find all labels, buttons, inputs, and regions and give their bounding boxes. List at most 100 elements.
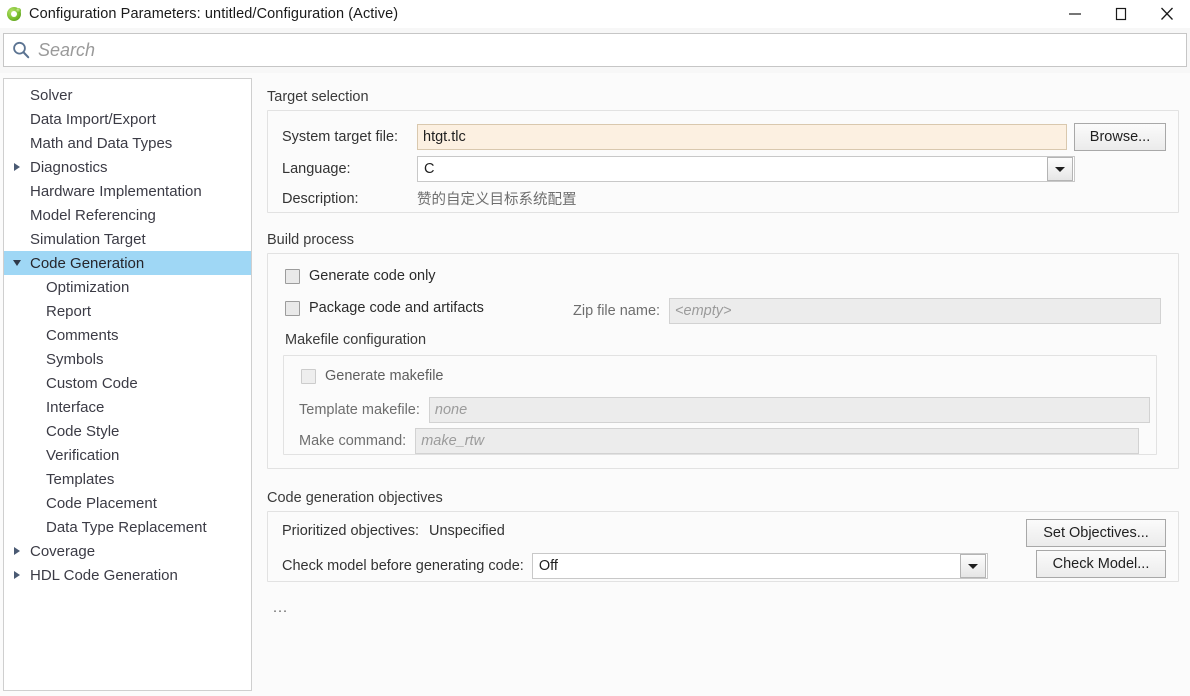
sidebar-item-label: Data Import/Export bbox=[30, 110, 156, 128]
zip-file-name-input bbox=[669, 298, 1162, 324]
code-generation-objectives-section: Code generation objectives Prioritized o… bbox=[267, 489, 1179, 616]
template-makefile-label: Template makefile: bbox=[299, 402, 420, 418]
description-row: Description: 赞的自定义目标系统配置 bbox=[282, 188, 577, 209]
chevron-down-icon[interactable] bbox=[1047, 157, 1073, 181]
sidebar-item-model-referencing[interactable]: Model Referencing bbox=[4, 203, 251, 227]
settings-tree-panel[interactable]: Solver Data Import/Export Math and Data Ty… bbox=[3, 78, 252, 691]
sidebar-item-simulation-target[interactable]: Simulation Target bbox=[4, 227, 251, 251]
search-input[interactable] bbox=[38, 35, 1186, 65]
generate-code-only-label: Generate code only bbox=[309, 268, 436, 284]
sidebar-item-label: Report bbox=[46, 302, 92, 320]
close-button[interactable] bbox=[1144, 0, 1190, 28]
description-label: Description: bbox=[282, 190, 359, 207]
system-target-file-input[interactable] bbox=[417, 124, 1067, 150]
package-code-checkbox[interactable] bbox=[285, 300, 300, 316]
generate-code-only-checkbox[interactable] bbox=[285, 268, 300, 284]
sidebar-item-diagnostics[interactable]: Diagnostics bbox=[4, 155, 251, 179]
template-makefile-input bbox=[428, 397, 1150, 423]
package-code-checkbox-row[interactable]: Package code and artifacts bbox=[285, 300, 484, 316]
build-process-section: Build process Generate code only Package… bbox=[267, 231, 1179, 469]
package-code-label: Package code and artifacts bbox=[309, 300, 484, 316]
chevron-down-icon[interactable] bbox=[4, 251, 30, 275]
simulink-config-icon bbox=[6, 6, 22, 22]
sidebar-item-code-generation[interactable]: Code Generation bbox=[4, 251, 251, 275]
sidebar-item-hdl-code-generation[interactable]: HDL Code Generation bbox=[4, 563, 251, 587]
generate-makefile-checkbox-row[interactable]: Generate makefile bbox=[301, 368, 443, 384]
check-model-value: Off bbox=[538, 558, 558, 574]
window-title: Configuration Parameters: untitled/Confi… bbox=[29, 6, 399, 22]
system-target-file-label: System target file: bbox=[282, 129, 399, 145]
sidebar-item-code-style[interactable]: Code Style bbox=[4, 419, 251, 443]
template-makefile-row: Template makefile: bbox=[299, 397, 1150, 423]
sidebar-item-data-type-replacement[interactable]: Data Type Replacement bbox=[4, 515, 251, 539]
search-icon bbox=[4, 34, 38, 66]
code-generation-objectives-title: Code generation objectives bbox=[267, 490, 443, 506]
chevron-right-icon[interactable] bbox=[4, 155, 30, 179]
browse-button[interactable]: Browse... bbox=[1074, 123, 1166, 151]
sidebar-item-label: Math and Data Types bbox=[30, 134, 173, 152]
sidebar-item-symbols[interactable]: Symbols bbox=[4, 347, 251, 371]
check-model-row: Check model before generating code: Off bbox=[282, 553, 988, 579]
minimize-button[interactable] bbox=[1052, 0, 1098, 28]
language-label: Language: bbox=[282, 161, 351, 177]
target-selection-title: Target selection bbox=[267, 89, 369, 105]
make-command-input bbox=[415, 428, 1140, 454]
sidebar-item-label: Diagnostics bbox=[30, 158, 108, 176]
sidebar-item-label: Templates bbox=[46, 470, 115, 488]
zip-file-name-row: Zip file name: bbox=[573, 298, 1162, 324]
chevron-right-icon[interactable] bbox=[4, 563, 30, 587]
settings-tree: Solver Data Import/Export Math and Data Ty… bbox=[4, 79, 251, 587]
sidebar-item-data-import-export[interactable]: Data Import/Export bbox=[4, 107, 251, 131]
language-value: C bbox=[424, 161, 435, 177]
sidebar-item-interface[interactable]: Interface bbox=[4, 395, 251, 419]
chevron-right-icon[interactable] bbox=[4, 539, 30, 563]
sidebar-item-custom-code[interactable]: Custom Code bbox=[4, 371, 251, 395]
generate-code-only-checkbox-row[interactable]: Generate code only bbox=[285, 268, 436, 284]
check-model-button[interactable]: Check Model... bbox=[1036, 550, 1166, 578]
language-select[interactable]: C bbox=[417, 156, 1075, 182]
sidebar-item-label: Code Placement bbox=[46, 494, 157, 512]
sidebar-item-report[interactable]: Report bbox=[4, 299, 251, 323]
make-command-label: Make command: bbox=[299, 433, 407, 449]
code-generation-objectives-group: Prioritized objectives: Unspecified Set … bbox=[267, 511, 1179, 582]
sidebar-item-math-and-data-types[interactable]: Math and Data Types bbox=[4, 131, 251, 155]
sidebar-item-templates[interactable]: Templates bbox=[4, 467, 251, 491]
chevron-down-icon[interactable] bbox=[959, 554, 986, 578]
dialog-body: Solver Data Import/Export Math and Data Ty… bbox=[0, 73, 1190, 696]
sidebar-item-coverage[interactable]: Coverage bbox=[4, 539, 251, 563]
search-box[interactable] bbox=[3, 33, 1187, 67]
target-selection-group: System target file: Browse... Language: … bbox=[267, 110, 1179, 213]
overflow-ellipsis: ... bbox=[273, 600, 289, 616]
generate-makefile-checkbox[interactable] bbox=[301, 368, 316, 384]
sidebar-item-hardware-implementation[interactable]: Hardware Implementation bbox=[4, 179, 251, 203]
sidebar-item-code-placement[interactable]: Code Placement bbox=[4, 491, 251, 515]
check-model-select[interactable]: Off bbox=[531, 553, 988, 579]
prioritized-objectives-value: Unspecified bbox=[429, 523, 505, 539]
sidebar-item-optimization[interactable]: Optimization bbox=[4, 275, 251, 299]
sidebar-item-label: HDL Code Generation bbox=[30, 566, 178, 584]
prioritized-objectives-row: Prioritized objectives: Unspecified bbox=[282, 523, 505, 539]
set-objectives-button[interactable]: Set Objectives... bbox=[1026, 519, 1166, 547]
sidebar-item-comments[interactable]: Comments bbox=[4, 323, 251, 347]
build-process-title: Build process bbox=[267, 232, 355, 248]
sidebar-item-label: Comments bbox=[46, 326, 119, 344]
sidebar-item-verification[interactable]: Verification bbox=[4, 443, 251, 467]
window-controls bbox=[1052, 0, 1190, 28]
check-model-label: Check model before generating code: bbox=[282, 558, 524, 574]
maximize-button[interactable] bbox=[1098, 0, 1144, 28]
language-row: Language: C bbox=[282, 156, 1075, 182]
description-value: 赞的自定义目标系统配置 bbox=[417, 192, 577, 208]
sidebar-item-solver[interactable]: Solver bbox=[4, 83, 251, 107]
make-command-row: Make command: bbox=[299, 428, 1140, 454]
